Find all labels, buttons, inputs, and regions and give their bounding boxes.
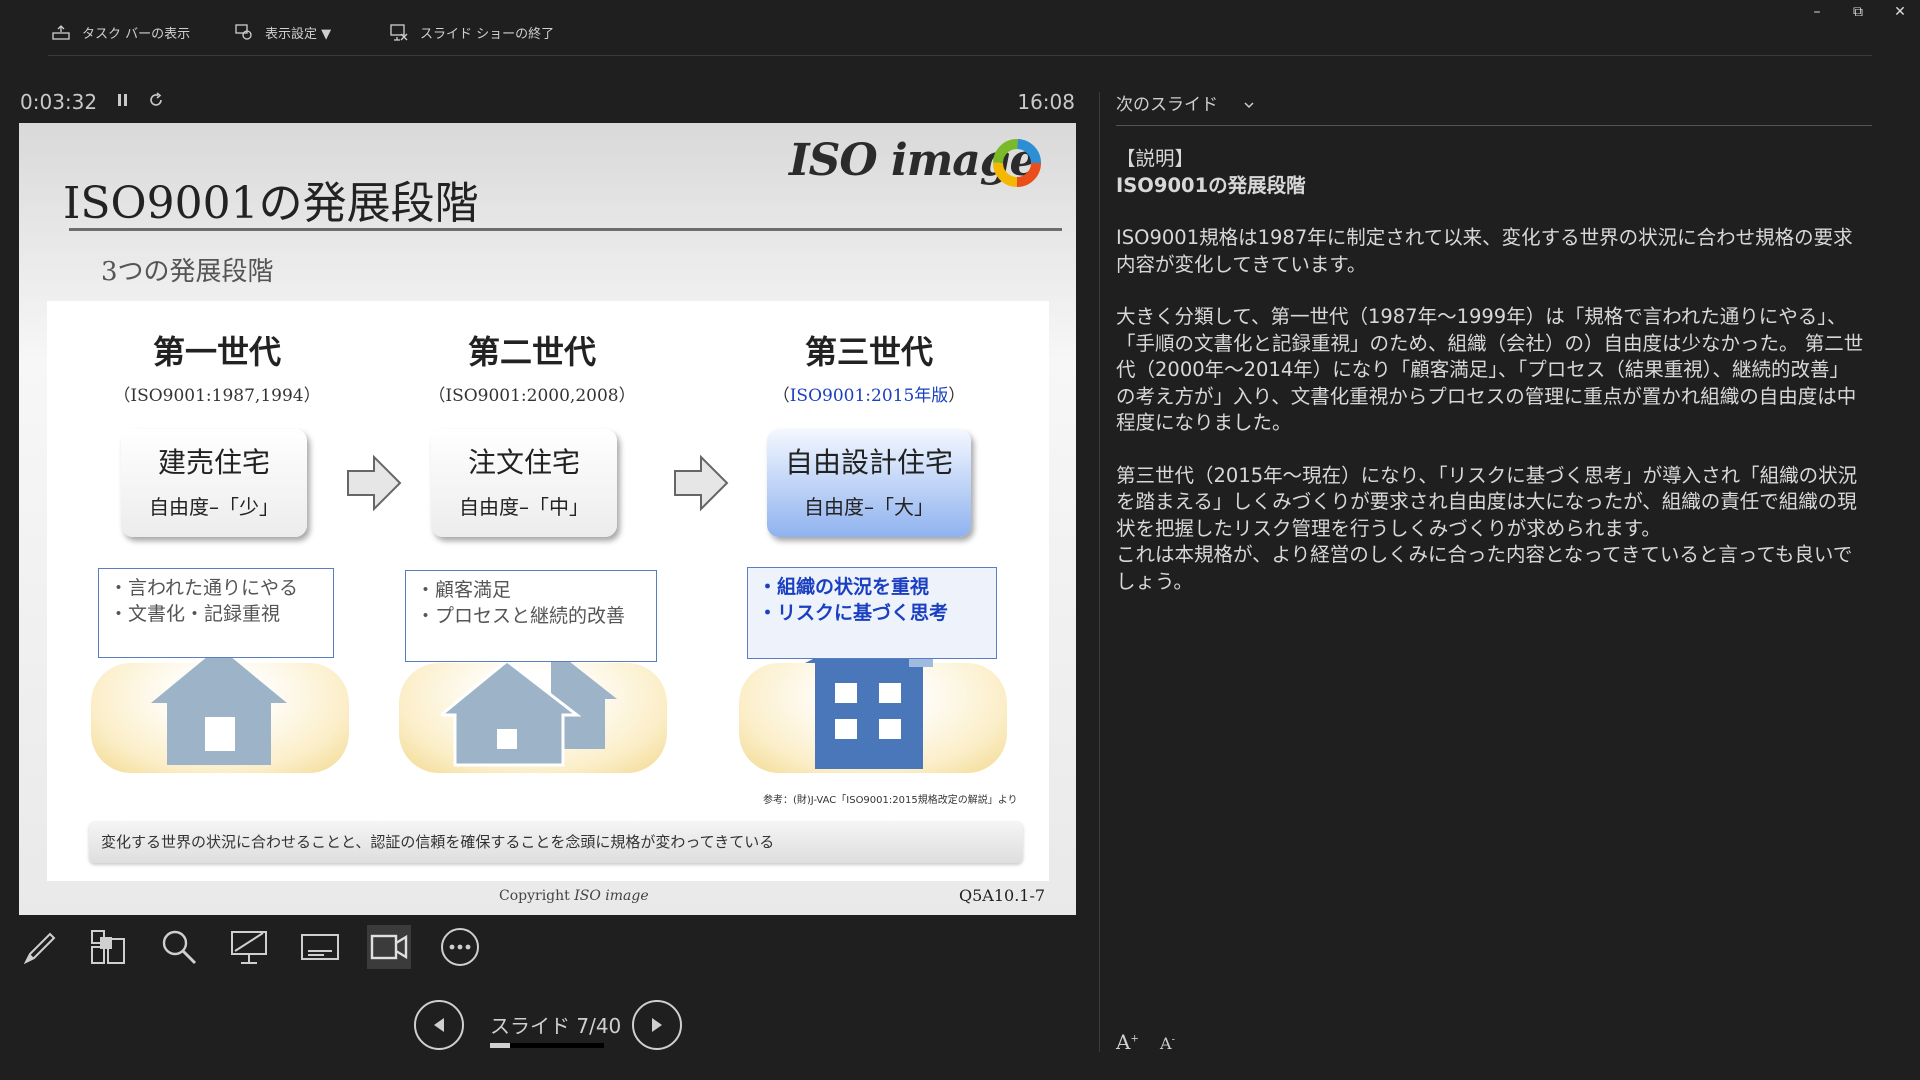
zoom-icon[interactable] <box>157 925 201 969</box>
generation-1-notes: ・言われた通りにやる ・文書化・記録重視 <box>98 568 334 658</box>
show-taskbar-label: タスク バーの表示 <box>82 26 191 42</box>
chevron-down-icon <box>1244 102 1254 109</box>
elapsed-timer: 0:03:32 <box>20 90 98 114</box>
generation-3-name: 第三世代 <box>804 333 933 371</box>
display-settings-button[interactable]: 表示設定 ▼ <box>235 18 331 46</box>
subtitles-icon[interactable] <box>298 925 342 969</box>
paren-close: ） <box>948 386 966 406</box>
note-3-line-1: ・組織の状況を重視 <box>758 576 930 598</box>
house-type-box-1: 建売住宅 自由度–「少」 <box>121 429 307 537</box>
restore-button[interactable]: ⧉ <box>1843 4 1873 20</box>
logo-ring-icon <box>993 139 1041 187</box>
copyright-logo: ISO image <box>574 888 649 904</box>
reference-note: 参考：(財)J-VAC「ISO9001:2015規格改定の解説」より <box>763 795 1018 806</box>
slide-subtitle: 3つの発展段階 <box>101 257 274 287</box>
previous-arrow-icon <box>434 1018 444 1032</box>
decrease-font-label: A <box>1160 1034 1172 1053</box>
next-slide-button[interactable] <box>632 1000 682 1050</box>
freedom-level-1: 自由度–「少」 <box>149 495 279 519</box>
copyright: Copyright ISO image <box>499 888 649 904</box>
notes-heading: 【説明】 <box>1116 147 1195 170</box>
camera-icon[interactable] <box>367 925 411 969</box>
slide-title: ISO9001の発展段階 <box>63 178 479 229</box>
generation-3-notes: ・組織の状況を重視 ・リスクに基づく思考 <box>747 567 997 659</box>
black-screen-icon[interactable] <box>227 925 271 969</box>
slide-progress-bar <box>490 1043 604 1048</box>
notes-paragraph-1: ISO9001規格は1987年に制定されて以来、変化する世界の状況に合わせ規格の… <box>1116 226 1853 276</box>
increase-font-button[interactable]: A+ <box>1116 1030 1139 1054</box>
slide-progress-fill <box>490 1043 510 1048</box>
end-slideshow-label: スライド ショーの終了 <box>420 26 555 42</box>
current-slide[interactable]: ISO9001の発展段階 ISO image 3つの発展段階 第一世代 （ISO… <box>19 123 1076 915</box>
previous-slide-button[interactable] <box>414 1000 464 1050</box>
simple-house-icon <box>151 647 287 765</box>
next-arrow-icon <box>652 1018 662 1032</box>
note-2-line-2: ・プロセスと継続的改善 <box>416 605 626 627</box>
display-settings-icon <box>235 24 252 40</box>
see-all-slides-icon[interactable] <box>86 925 130 969</box>
generation-1-heading: 第一世代 （ISO9001:1987,1994） <box>107 327 327 406</box>
copyright-label: Copyright <box>499 888 570 904</box>
notes-paragraph-2: 大きく分類して、第一世代（1987年～1999年）は「規格で言われた通りにやる」… <box>1116 305 1864 434</box>
next-slide-label: 次のスライド <box>1116 95 1218 115</box>
house-type-2: 注文住宅 <box>467 446 580 479</box>
toolbar-divider <box>48 55 1872 56</box>
title-rule <box>69 228 1062 231</box>
arrow-right-icon <box>347 454 402 512</box>
generations-panel: 第一世代 （ISO9001:1987,1994） 第二世代 （ISO9001:2… <box>47 301 1049 881</box>
generation-2-standard: （ISO9001:2000,2008） <box>428 386 636 406</box>
end-slideshow-icon <box>390 24 408 41</box>
speaker-notes[interactable]: 【説明】 ISO9001の発展段階 ISO9001規格は1987年に制定されて以… <box>1116 146 1866 595</box>
show-taskbar-button[interactable]: タスク バーの表示 <box>52 18 190 46</box>
display-settings-label: 表示設定 ▼ <box>265 26 332 42</box>
freedom-level-3: 自由度–「大」 <box>804 495 934 519</box>
house-type-3: 自由設計住宅 <box>784 446 953 479</box>
generation-2-heading: 第二世代 （ISO9001:2000,2008） <box>422 327 642 406</box>
more-options-icon[interactable] <box>438 925 482 969</box>
notes-rule <box>1116 125 1872 126</box>
generation-2-notes: ・顧客満足 ・プロセスと継続的改善 <box>405 570 657 662</box>
summary-bar: 変化する世界の状況に合わせることと、認証の信頼を確保することを念頭に規格が変わっ… <box>89 821 1023 863</box>
note-1-line-2: ・文書化・記録重視 <box>109 603 281 625</box>
pen-tool-icon[interactable] <box>19 925 63 969</box>
slide-counter[interactable]: スライド 7/40 <box>490 1010 621 1039</box>
generation-3-standard: （ISO9001:2015年版） <box>759 381 979 406</box>
presenter-toolbar: タスク バーの表示 表示設定 ▼ スライド ショーの終了 – ⧉ ✕ <box>0 0 1920 56</box>
taskbar-icon <box>52 25 70 40</box>
freedom-level-2: 自由度–「中」 <box>459 495 589 519</box>
end-slideshow-button[interactable]: スライド ショーの終了 <box>390 18 554 46</box>
notes-paragraph-3: 第三世代（2015年～現在）になり、「リスクに基づく思考」が導入され「組織の状況… <box>1116 463 1858 540</box>
generation-1-name: 第一世代 <box>152 333 281 371</box>
close-button[interactable]: ✕ <box>1885 4 1915 20</box>
notes-title: ISO9001の発展段階 <box>1116 173 1306 197</box>
increase-font-label: A <box>1116 1030 1131 1054</box>
note-2-line-1: ・顧客満足 <box>416 579 512 601</box>
current-time: 16:08 <box>1017 90 1075 114</box>
arrow-right-icon <box>674 454 729 512</box>
notes-paragraph-4: これは本規格が、より経営のしくみに合った内容となってきていると言っても良いでしょ… <box>1116 543 1853 593</box>
decrease-font-button[interactable]: A- <box>1160 1034 1175 1053</box>
generation-3-heading: 第三世代 （ISO9001:2015年版） <box>759 327 979 406</box>
pane-divider[interactable] <box>1099 92 1100 1052</box>
minimize-button[interactable]: – <box>1802 4 1832 20</box>
house-type-box-2: 注文住宅 自由度–「中」 <box>431 429 617 537</box>
slide-code: Q5A10.1-7 <box>959 886 1046 905</box>
restart-timer-icon[interactable] <box>148 92 164 113</box>
generation-2-name: 第二世代 <box>467 333 596 371</box>
pause-icon[interactable] <box>116 92 130 113</box>
generation-3-standard-text: ISO9001:2015年版 <box>789 386 949 406</box>
house-type-1: 建売住宅 <box>157 446 270 479</box>
house-type-box-3: 自由設計住宅 自由度–「大」 <box>767 429 971 537</box>
note-3-line-2: ・リスクに基づく思考 <box>758 602 949 624</box>
paren-open: （ <box>772 386 790 406</box>
generation-1-standard: （ISO9001:1987,1994） <box>113 386 321 406</box>
note-1-line-1: ・言われた通りにやる <box>109 577 299 599</box>
next-slide-dropdown[interactable]: 次のスライド <box>1116 90 1255 115</box>
